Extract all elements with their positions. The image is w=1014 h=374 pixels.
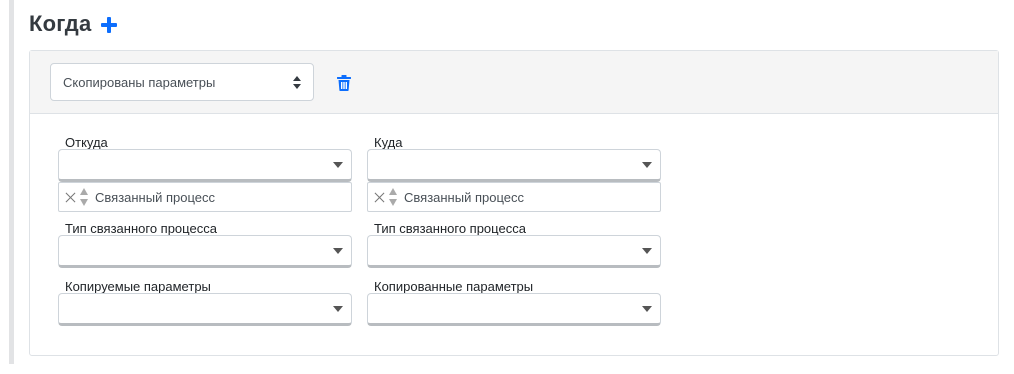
- chevron-down-icon: [333, 248, 343, 254]
- condition-type-select[interactable]: Скопированы параметры: [50, 63, 314, 101]
- section-title: Когда: [29, 11, 92, 36]
- chevron-down-icon: [333, 306, 343, 312]
- to-related-process-label: Связанный процесс: [404, 189, 524, 205]
- remove-x-icon[interactable]: [374, 192, 385, 203]
- add-condition-plus-icon[interactable]: [101, 17, 118, 33]
- to-process-type-label: Тип связанного процесса: [374, 221, 526, 236]
- section-header: Когда: [29, 9, 118, 39]
- chevron-down-icon: [642, 306, 652, 312]
- from-dropdown[interactable]: [58, 149, 352, 182]
- remove-x-icon[interactable]: [65, 192, 76, 203]
- to-related-process: Связанный процесс: [367, 182, 661, 212]
- delete-condition-trash-icon[interactable]: [337, 75, 351, 91]
- copied-to-params-label: Копированные параметры: [374, 279, 534, 294]
- from-process-type-label: Тип связанного процесса: [65, 221, 217, 236]
- to-label: Куда: [374, 135, 403, 150]
- section-left-rule: [9, 0, 14, 364]
- from-process-type-dropdown[interactable]: [58, 235, 352, 268]
- copied-from-params-label: Копируемые параметры: [65, 279, 211, 294]
- chevron-down-icon: [642, 248, 652, 254]
- chevron-down-icon: [642, 162, 652, 168]
- condition-card-header: Скопированы параметры: [30, 51, 998, 114]
- from-related-process: Связанный процесс: [58, 182, 352, 212]
- condition-card: Скопированы параметры Откуда Связанный п…: [29, 50, 999, 356]
- from-label: Откуда: [65, 135, 108, 150]
- to-process-type-dropdown[interactable]: [367, 235, 661, 268]
- condition-type-value: Скопированы параметры: [63, 74, 216, 90]
- chevron-down-icon: [333, 162, 343, 168]
- select-updown-icon: [293, 76, 301, 89]
- copied-from-params-dropdown[interactable]: [58, 293, 352, 326]
- from-related-process-label: Связанный процесс: [95, 189, 215, 205]
- sort-updown-icon[interactable]: [80, 187, 89, 207]
- sort-updown-icon[interactable]: [389, 187, 398, 207]
- copied-to-params-dropdown[interactable]: [367, 293, 661, 326]
- to-dropdown[interactable]: [367, 149, 661, 182]
